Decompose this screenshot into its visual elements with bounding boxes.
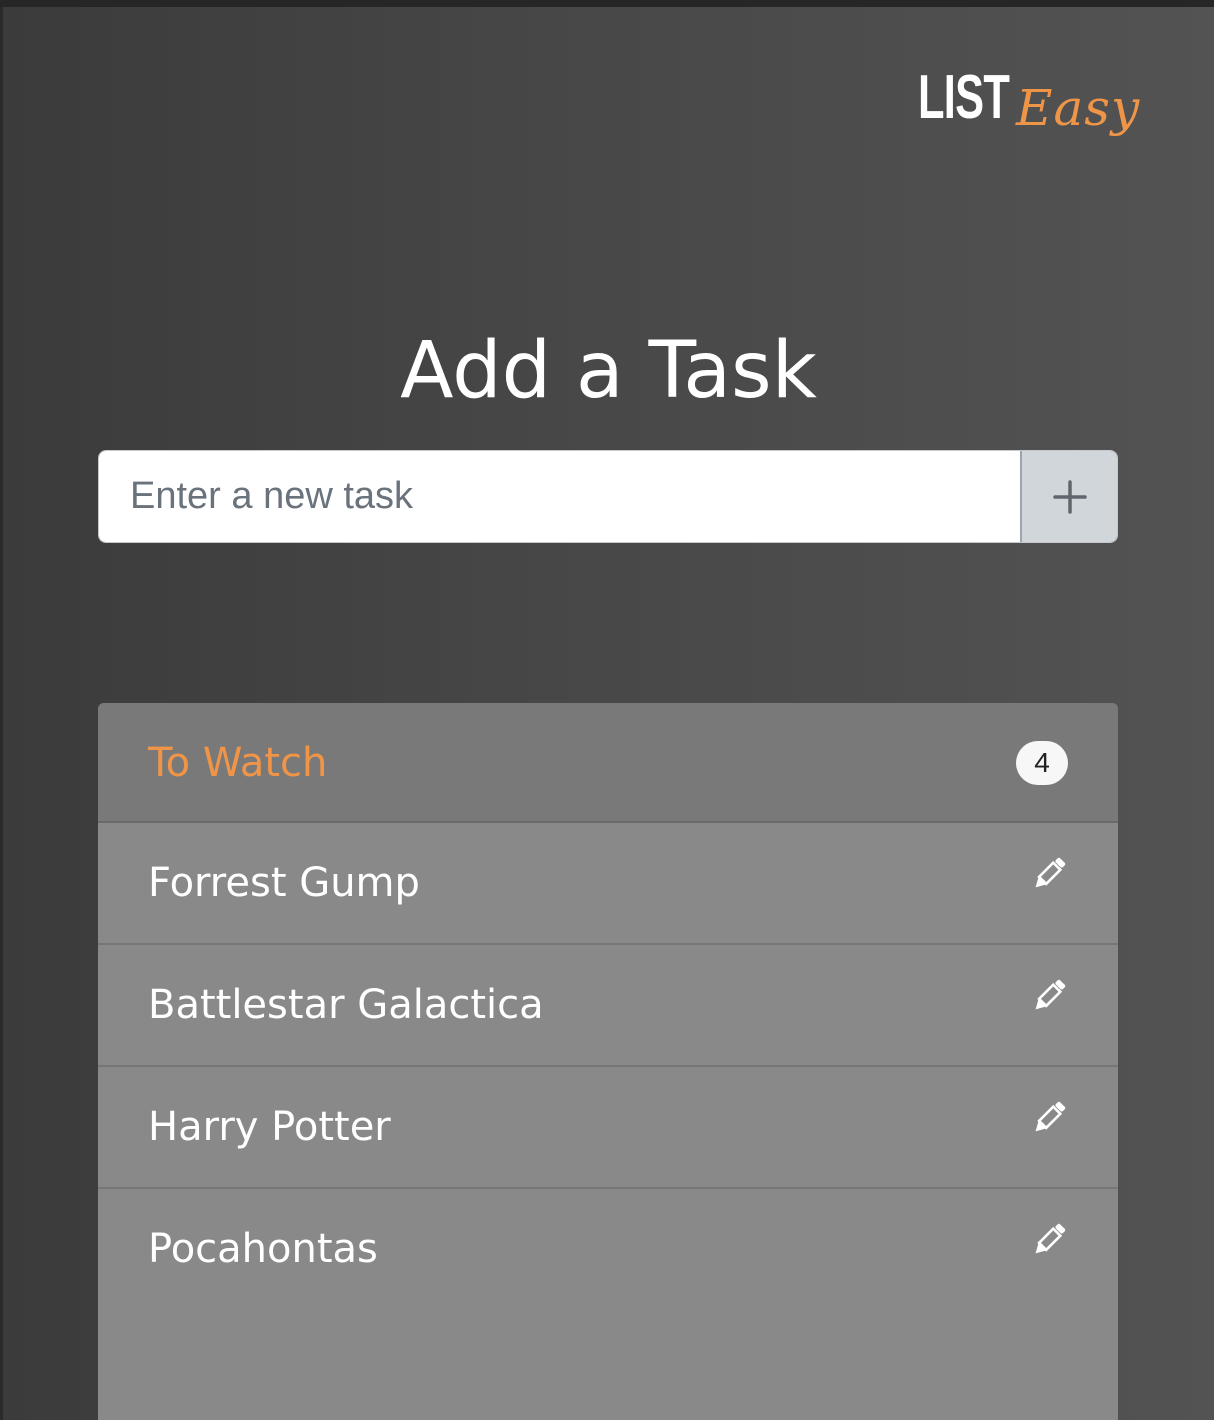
pencil-icon bbox=[1035, 857, 1066, 888]
list-item[interactable]: Pocahontas bbox=[98, 1189, 1118, 1311]
edit-button[interactable] bbox=[1028, 975, 1070, 1017]
new-task-form bbox=[98, 450, 1118, 543]
list-header: To Watch 4 bbox=[98, 703, 1118, 823]
task-list-card: To Watch 4 Forrest Gump Battlestar Galac… bbox=[98, 703, 1118, 1420]
new-task-input[interactable] bbox=[99, 451, 1020, 542]
list-item-label: Pocahontas bbox=[148, 1226, 378, 1272]
list-item[interactable]: Forrest Gump bbox=[98, 823, 1118, 945]
pencil-icon bbox=[1035, 979, 1066, 1010]
list-item-label: Harry Potter bbox=[148, 1104, 391, 1150]
count-badge: 4 bbox=[1016, 741, 1068, 785]
add-task-button[interactable] bbox=[1020, 451, 1117, 542]
edit-button[interactable] bbox=[1028, 1097, 1070, 1139]
window-top-bar bbox=[0, 0, 1214, 7]
app-container: LIST Easy Add a Task To Watch 4 Forrest … bbox=[3, 7, 1214, 1420]
logo-text-easy: Easy bbox=[1016, 79, 1141, 137]
edit-button[interactable] bbox=[1028, 853, 1070, 895]
edit-button[interactable] bbox=[1028, 1219, 1070, 1261]
list-title: To Watch bbox=[148, 740, 328, 786]
logo[interactable]: LIST Easy bbox=[918, 62, 1148, 162]
list-item[interactable]: Harry Potter bbox=[98, 1067, 1118, 1189]
list-item-label: Battlestar Galactica bbox=[148, 982, 544, 1028]
pencil-icon bbox=[1035, 1223, 1066, 1254]
plus-icon bbox=[1052, 479, 1087, 514]
page-title: Add a Task bbox=[400, 326, 817, 416]
pencil-icon bbox=[1035, 1101, 1066, 1132]
list-item-label: Forrest Gump bbox=[148, 860, 420, 906]
list-item[interactable]: Battlestar Galactica bbox=[98, 945, 1118, 1067]
logo-text-list: LIST bbox=[918, 63, 1010, 132]
